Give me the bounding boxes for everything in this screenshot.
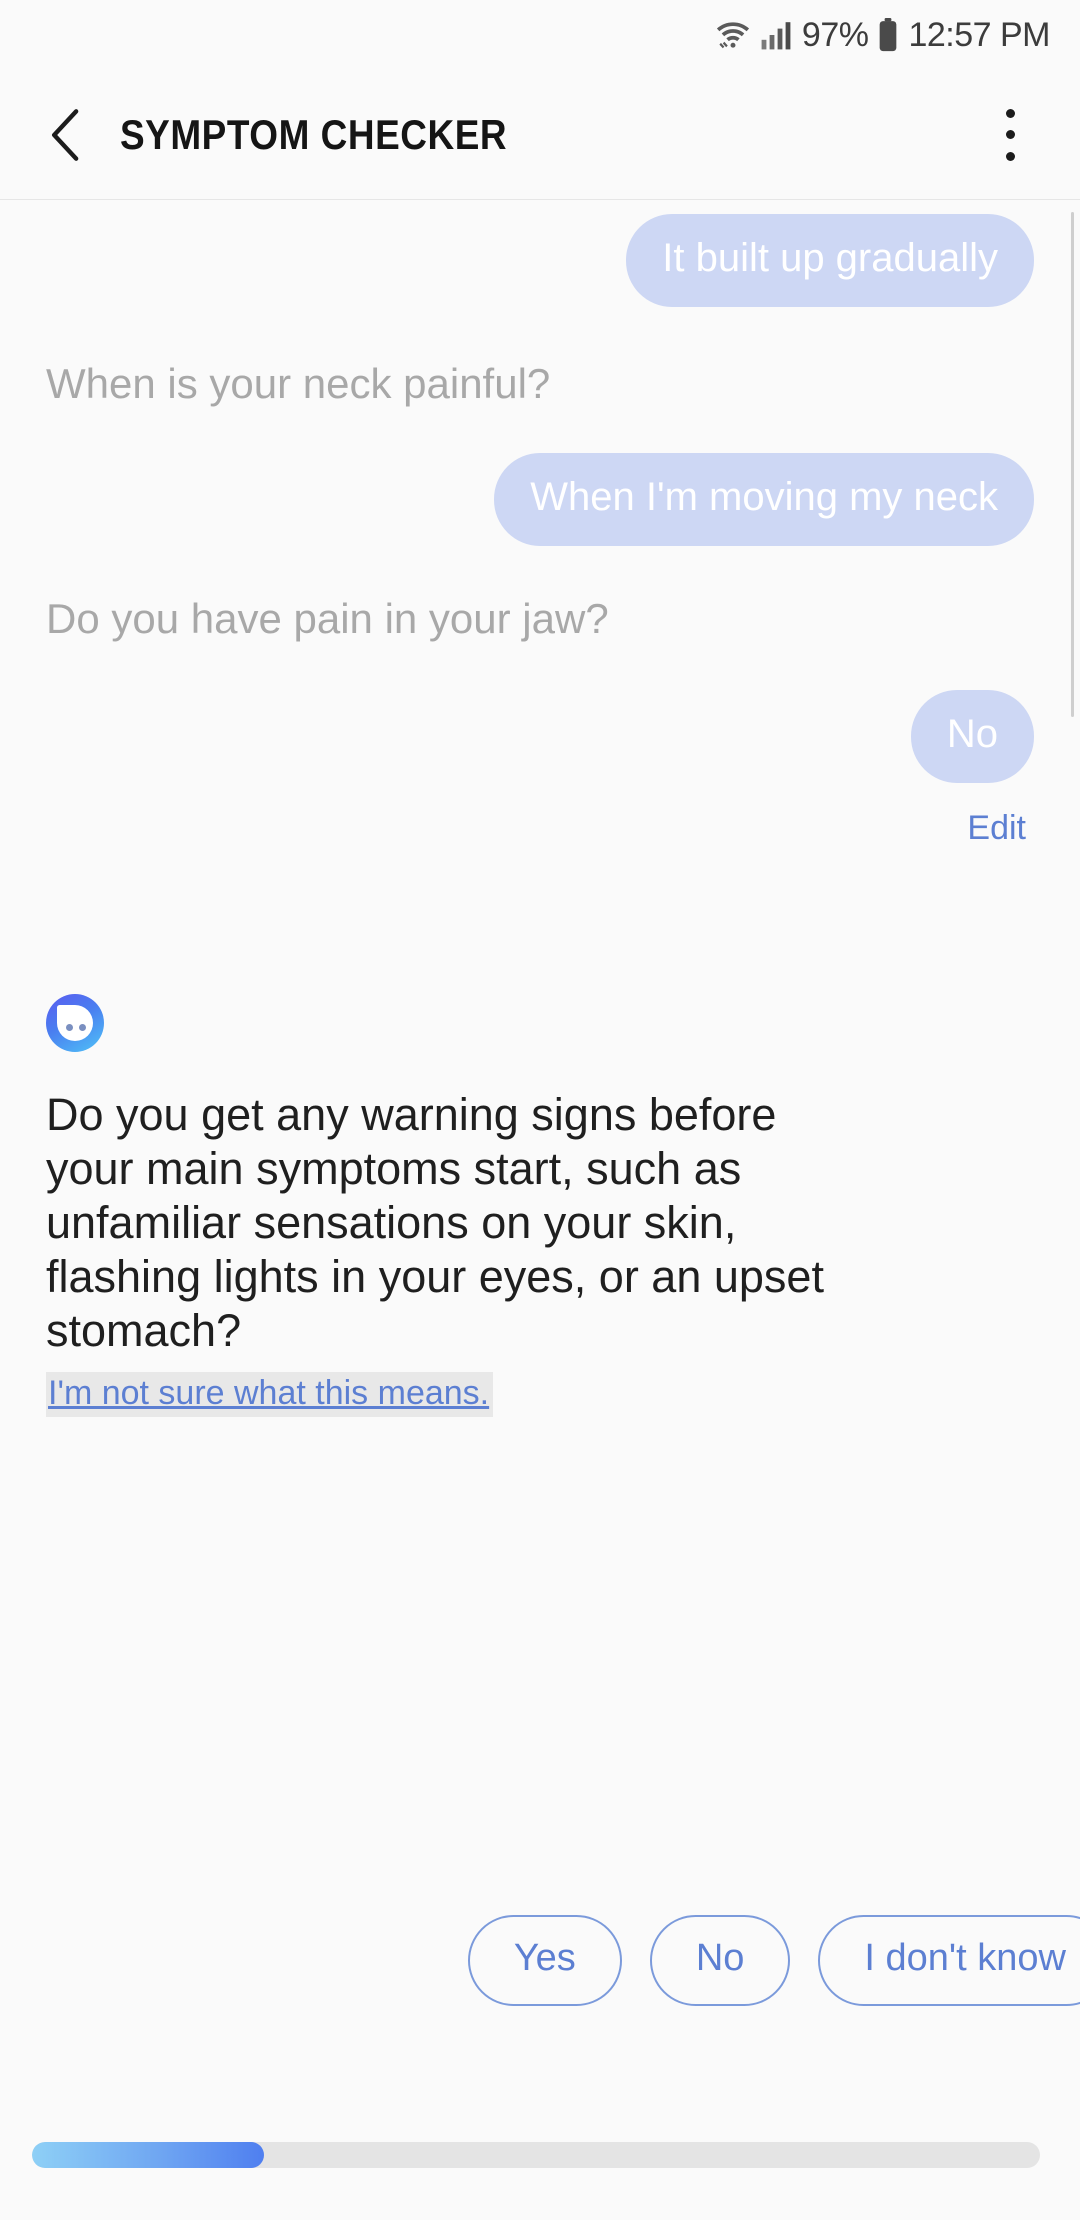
clock-label: 12:57 PM [908, 15, 1050, 54]
back-button[interactable] [38, 107, 94, 163]
chat-row-bot: When is your neck painful? [46, 359, 1034, 409]
chat-row-bot: Do you have pain in your jaw? [46, 594, 1034, 644]
status-bar: 97% 12:57 PM [0, 0, 1080, 70]
answer-button-i-dont-know[interactable]: I don't know [818, 1915, 1080, 2006]
battery-percent-label: 97% [801, 15, 869, 54]
chevron-left-icon [51, 108, 79, 161]
answer-button-yes[interactable]: Yes [467, 1915, 622, 2006]
answered-question-text: When is your neck painful? [46, 359, 551, 407]
answer-options: Yes No I don't know [0, 1915, 1080, 2006]
app-header: SYMPTOM CHECKER [0, 70, 1080, 200]
question-explanation-link[interactable]: I'm not sure what this means. [46, 1372, 494, 1418]
chatbot-avatar-icon [46, 994, 104, 1053]
status-bar-icons [714, 18, 792, 52]
chat-row-edit: Edit [46, 809, 1034, 848]
progress-track [32, 2142, 1040, 2168]
user-message-bubble[interactable]: It built up gradually [626, 214, 1034, 307]
progress-bar-container [0, 2090, 1080, 2220]
scrollbar-thumb[interactable] [1071, 212, 1074, 717]
edit-answer-link[interactable]: Edit [967, 809, 1026, 848]
answer-button-no[interactable]: No [649, 1915, 791, 2006]
more-vertical-icon-dot [1005, 130, 1015, 139]
chatbot-avatar-eye [66, 1024, 73, 1032]
progress-fill [32, 2142, 264, 2168]
chatbot-avatar-face [57, 1005, 93, 1042]
wifi-icon [716, 22, 749, 49]
more-vertical-icon-dot [1005, 108, 1015, 118]
chat-row-avatar [46, 994, 1034, 1053]
answered-question-text: Do you have pain in your jaw? [46, 594, 609, 642]
current-question-text: Do you get any warning signs before your… [46, 1089, 824, 1357]
user-message-bubble[interactable]: No [910, 690, 1034, 784]
user-message-bubble[interactable]: When I'm moving my neck [494, 453, 1034, 546]
page-title: SYMPTOM CHECKER [120, 110, 508, 158]
overflow-menu-button[interactable] [984, 105, 1036, 165]
chat-scroll-area[interactable]: It built up gradually When is your neck … [0, 200, 1080, 2090]
chatbot-avatar-eye [79, 1024, 86, 1032]
chat-row-user: It built up gradually [46, 214, 1034, 307]
more-vertical-icon-dot [1005, 151, 1015, 161]
cellular-signal-icon [761, 22, 791, 50]
chat-row-help-link: I'm not sure what this means. [46, 1372, 1034, 1418]
chat-row-current-question: Do you get any warning signs before your… [46, 1088, 1034, 1358]
chat-row-user: When I'm moving my neck [46, 453, 1034, 546]
battery-icon [880, 18, 897, 52]
chat-row-user: No [46, 690, 1034, 784]
